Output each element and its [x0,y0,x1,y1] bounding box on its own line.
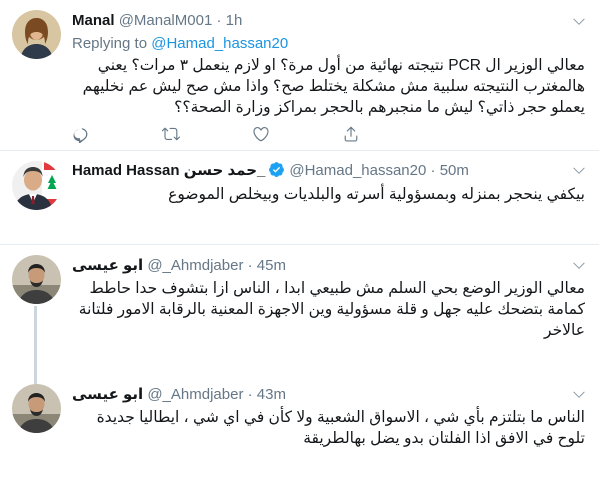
conversation-thread: Manal @ManalM001 · 1h Replying to @Hamad… [0,0,599,480]
share-button[interactable] [342,124,432,144]
handle[interactable]: @Hamad_hassan20 [289,162,426,179]
display-name[interactable]: ابو عيسى [72,257,143,274]
chevron-down-icon[interactable] [571,14,587,30]
tweet-header: ابو عيسى @_Ahmdjaber · 45m [72,256,587,276]
tweet-header: ابو عيسى @_Ahmdjaber · 43m [72,385,587,405]
avatar-manal[interactable] [12,10,61,59]
timestamp[interactable]: 1h [226,12,243,29]
chevron-down-icon[interactable] [571,163,587,179]
tweet-manal[interactable]: Manal @ManalM001 · 1h Replying to @Hamad… [0,0,599,150]
timestamp[interactable]: 45m [257,257,286,274]
retweet-icon [162,125,180,143]
tweet-abu-issa-1[interactable]: ابو عيسى @_Ahmdjaber · 45m معالي الوزير … [0,245,599,374]
thread-connector [34,306,37,374]
thread-connector [34,374,37,384]
retweet-button[interactable] [162,124,252,144]
separator-dot: · [430,162,436,179]
tweet-text: معالي الوزير ال PCR نتيجته نهائية من أول… [82,57,585,116]
handle[interactable]: @_Ahmdjaber [147,386,243,403]
chevron-down-icon[interactable] [571,387,587,403]
avatar-abu-issa[interactable] [12,255,61,304]
chevron-down-icon[interactable] [571,258,587,274]
display-name-latin[interactable]: Hamad Hassan [72,162,180,179]
tweet-text: بيكفي ينحجر بمنزله وبمسؤولية أسرته والبل… [168,186,585,203]
display-name[interactable]: Manal [72,12,115,29]
tweet-text: معالي الوزير الوضع بحي السلم مش طبيعي اب… [78,280,585,339]
like-icon [252,125,270,143]
tweet-hamad-hassan[interactable]: Hamad Hassan حمد حسن_ @Hamad_hassan20 · 5… [0,151,599,244]
separator-dot: · [247,386,253,403]
share-icon [342,125,360,143]
avatar-abu-issa[interactable] [12,384,61,433]
tweet-abu-issa-2[interactable]: ابو عيسى @_Ahmdjaber · 43m الناس ما بتلت… [0,374,599,480]
tweet-header: Hamad Hassan حمد حسن_ @Hamad_hassan20 · 5… [72,161,587,181]
replying-to-label: Replying to [72,35,148,52]
handle[interactable]: @ManalM001 [119,12,213,29]
tweet-actions [72,124,432,144]
display-name-arabic[interactable]: حمد حسن_ [184,162,266,179]
reply-icon [72,125,90,143]
verified-badge-icon [269,162,285,177]
separator-dot: · [247,257,253,274]
timestamp[interactable]: 50m [440,162,469,179]
display-name[interactable]: ابو عيسى [72,386,143,403]
separator-dot: · [216,12,222,29]
avatar-hamad-hassan[interactable] [12,161,61,210]
reply-button[interactable] [72,124,162,144]
reply-mention-link[interactable]: @Hamad_hassan20 [151,35,288,52]
timestamp[interactable]: 43m [257,386,286,403]
replying-to: Replying to @Hamad_hassan20 [72,35,288,52]
handle[interactable]: @_Ahmdjaber [147,257,243,274]
tweet-text: الناس ما بتلتزم بأي شي ، الاسواق الشعبية… [96,409,585,447]
like-button[interactable] [252,124,342,144]
tweet-header: Manal @ManalM001 · 1h [72,12,587,32]
